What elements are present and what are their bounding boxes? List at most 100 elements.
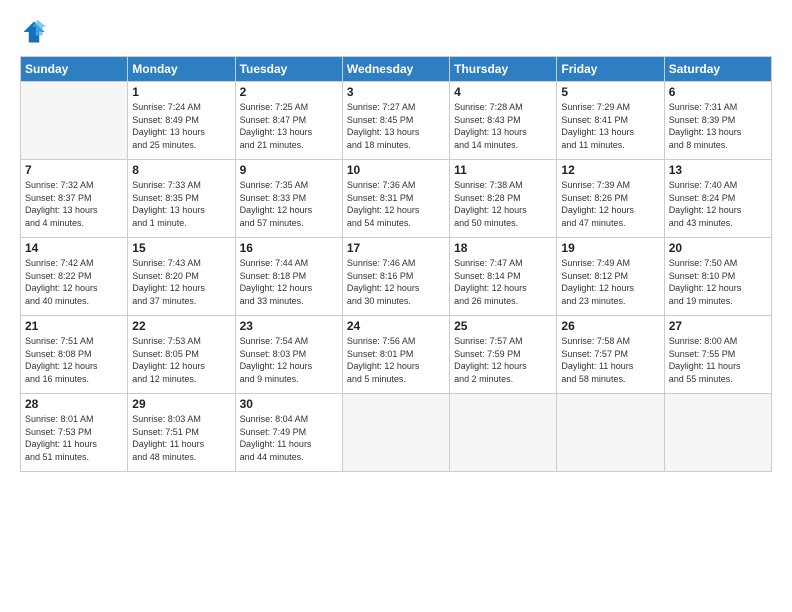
calendar-cell: 1Sunrise: 7:24 AM Sunset: 8:49 PM Daylig… <box>128 82 235 160</box>
day-info: Sunrise: 7:51 AM Sunset: 8:08 PM Dayligh… <box>25 335 123 385</box>
day-info: Sunrise: 8:03 AM Sunset: 7:51 PM Dayligh… <box>132 413 230 463</box>
calendar-week-4: 21 Sunrise: 7:51 AM Sunset: 8:08 PM Dayli… <box>21 316 772 394</box>
calendar-cell: 2Sunrise: 7:25 AM Sunset: 8:47 PM Daylig… <box>235 82 342 160</box>
calendar-cell: 24 Sunrise: 7:56 AM Sunset: 8:01 PM Dayli… <box>342 316 449 394</box>
day-info: Sunrise: 7:38 AM Sunset: 8:28 PM Dayligh… <box>454 179 552 229</box>
calendar-cell: 17 Sunrise: 7:46 AM Sunset: 8:16 PM Dayli… <box>342 238 449 316</box>
calendar-cell: 22Sunrise: 7:53 AM Sunset: 8:05 PM Dayli… <box>128 316 235 394</box>
day-number: 12 <box>561 163 659 177</box>
day-number: 21 <box>25 319 123 333</box>
day-info: Sunrise: 7:27 AM Sunset: 8:45 PM Dayligh… <box>347 101 445 151</box>
day-info: Sunrise: 7:42 AM Sunset: 8:22 PM Dayligh… <box>25 257 123 307</box>
calendar-cell: 8 Sunrise: 7:33 AM Sunset: 8:35 PM Daylig… <box>128 160 235 238</box>
calendar-cell: 19 Sunrise: 7:49 AM Sunset: 8:12 PM Dayli… <box>557 238 664 316</box>
calendar-cell: 12 Sunrise: 7:39 AM Sunset: 8:26 PM Dayli… <box>557 160 664 238</box>
day-header-monday: Monday <box>128 57 235 82</box>
day-info: Sunrise: 7:25 AM Sunset: 8:47 PM Dayligh… <box>240 101 338 151</box>
day-number: 22 <box>132 319 230 333</box>
day-info: Sunrise: 8:00 AM Sunset: 7:55 PM Dayligh… <box>669 335 767 385</box>
calendar-cell: 4Sunrise: 7:28 AM Sunset: 8:43 PM Daylig… <box>450 82 557 160</box>
day-info: Sunrise: 7:28 AM Sunset: 8:43 PM Dayligh… <box>454 101 552 151</box>
day-number: 19 <box>561 241 659 255</box>
calendar-cell: 7Sunrise: 7:32 AM Sunset: 8:37 PM Daylig… <box>21 160 128 238</box>
day-number: 16 <box>240 241 338 255</box>
calendar-week-3: 14 Sunrise: 7:42 AM Sunset: 8:22 PM Dayli… <box>21 238 772 316</box>
day-number: 28 <box>25 397 123 411</box>
calendar-cell: 10 Sunrise: 7:36 AM Sunset: 8:31 PM Dayli… <box>342 160 449 238</box>
day-info: Sunrise: 7:50 AM Sunset: 8:10 PM Dayligh… <box>669 257 767 307</box>
day-header-wednesday: Wednesday <box>342 57 449 82</box>
calendar-cell <box>450 394 557 472</box>
day-info: Sunrise: 7:40 AM Sunset: 8:24 PM Dayligh… <box>669 179 767 229</box>
calendar-cell <box>21 82 128 160</box>
calendar-table: SundayMondayTuesdayWednesdayThursdayFrid… <box>20 56 772 472</box>
logo-icon <box>20 18 48 46</box>
day-number: 23 <box>240 319 338 333</box>
day-header-tuesday: Tuesday <box>235 57 342 82</box>
day-info: Sunrise: 7:57 AM Sunset: 7:59 PM Dayligh… <box>454 335 552 385</box>
logo <box>20 18 52 46</box>
calendar-body: 1Sunrise: 7:24 AM Sunset: 8:49 PM Daylig… <box>21 82 772 472</box>
day-number: 9 <box>240 163 338 177</box>
day-info: Sunrise: 7:32 AM Sunset: 8:37 PM Dayligh… <box>25 179 123 229</box>
day-info: Sunrise: 7:44 AM Sunset: 8:18 PM Dayligh… <box>240 257 338 307</box>
day-info: Sunrise: 7:33 AM Sunset: 8:35 PM Dayligh… <box>132 179 230 229</box>
calendar-cell: 18Sunrise: 7:47 AM Sunset: 8:14 PM Dayli… <box>450 238 557 316</box>
calendar-cell: 15 Sunrise: 7:43 AM Sunset: 8:20 PM Dayli… <box>128 238 235 316</box>
day-info: Sunrise: 8:01 AM Sunset: 7:53 PM Dayligh… <box>25 413 123 463</box>
calendar-cell: 6 Sunrise: 7:31 AM Sunset: 8:39 PM Daylig… <box>664 82 771 160</box>
day-number: 29 <box>132 397 230 411</box>
calendar-cell: 26 Sunrise: 7:58 AM Sunset: 7:57 PM Dayli… <box>557 316 664 394</box>
calendar-cell: 20Sunrise: 7:50 AM Sunset: 8:10 PM Dayli… <box>664 238 771 316</box>
calendar-cell: 5 Sunrise: 7:29 AM Sunset: 8:41 PM Daylig… <box>557 82 664 160</box>
day-info: Sunrise: 7:54 AM Sunset: 8:03 PM Dayligh… <box>240 335 338 385</box>
day-info: Sunrise: 7:29 AM Sunset: 8:41 PM Dayligh… <box>561 101 659 151</box>
calendar-cell: 25 Sunrise: 7:57 AM Sunset: 7:59 PM Dayli… <box>450 316 557 394</box>
day-header-saturday: Saturday <box>664 57 771 82</box>
day-info: Sunrise: 7:35 AM Sunset: 8:33 PM Dayligh… <box>240 179 338 229</box>
day-number: 30 <box>240 397 338 411</box>
calendar-cell: 13 Sunrise: 7:40 AM Sunset: 8:24 PM Dayli… <box>664 160 771 238</box>
day-number: 26 <box>561 319 659 333</box>
day-number: 24 <box>347 319 445 333</box>
calendar-cell: 11Sunrise: 7:38 AM Sunset: 8:28 PM Dayli… <box>450 160 557 238</box>
calendar-cell <box>664 394 771 472</box>
day-info: Sunrise: 7:46 AM Sunset: 8:16 PM Dayligh… <box>347 257 445 307</box>
calendar-header-row: SundayMondayTuesdayWednesdayThursdayFrid… <box>21 57 772 82</box>
day-info: Sunrise: 7:24 AM Sunset: 8:49 PM Dayligh… <box>132 101 230 151</box>
calendar-cell: 28 Sunrise: 8:01 AM Sunset: 7:53 PM Dayli… <box>21 394 128 472</box>
calendar-cell <box>342 394 449 472</box>
page-header <box>20 18 772 46</box>
day-number: 14 <box>25 241 123 255</box>
day-number: 25 <box>454 319 552 333</box>
calendar-cell: 9 Sunrise: 7:35 AM Sunset: 8:33 PM Daylig… <box>235 160 342 238</box>
calendar-cell: 21 Sunrise: 7:51 AM Sunset: 8:08 PM Dayli… <box>21 316 128 394</box>
calendar-cell: 3 Sunrise: 7:27 AM Sunset: 8:45 PM Daylig… <box>342 82 449 160</box>
day-header-sunday: Sunday <box>21 57 128 82</box>
calendar-cell: 23 Sunrise: 7:54 AM Sunset: 8:03 PM Dayli… <box>235 316 342 394</box>
calendar-cell: 29 Sunrise: 8:03 AM Sunset: 7:51 PM Dayli… <box>128 394 235 472</box>
day-info: Sunrise: 7:43 AM Sunset: 8:20 PM Dayligh… <box>132 257 230 307</box>
calendar-cell: 30 Sunrise: 8:04 AM Sunset: 7:49 PM Dayli… <box>235 394 342 472</box>
day-info: Sunrise: 7:47 AM Sunset: 8:14 PM Dayligh… <box>454 257 552 307</box>
calendar-cell <box>557 394 664 472</box>
day-number: 13 <box>669 163 767 177</box>
day-number: 10 <box>347 163 445 177</box>
calendar-week-1: 1Sunrise: 7:24 AM Sunset: 8:49 PM Daylig… <box>21 82 772 160</box>
day-number: 5 <box>561 85 659 99</box>
day-info: Sunrise: 7:31 AM Sunset: 8:39 PM Dayligh… <box>669 101 767 151</box>
day-info: Sunrise: 7:39 AM Sunset: 8:26 PM Dayligh… <box>561 179 659 229</box>
day-number: 15 <box>132 241 230 255</box>
day-info: Sunrise: 8:04 AM Sunset: 7:49 PM Dayligh… <box>240 413 338 463</box>
calendar-week-2: 7Sunrise: 7:32 AM Sunset: 8:37 PM Daylig… <box>21 160 772 238</box>
day-info: Sunrise: 7:56 AM Sunset: 8:01 PM Dayligh… <box>347 335 445 385</box>
day-info: Sunrise: 7:49 AM Sunset: 8:12 PM Dayligh… <box>561 257 659 307</box>
day-info: Sunrise: 7:36 AM Sunset: 8:31 PM Dayligh… <box>347 179 445 229</box>
day-number: 3 <box>347 85 445 99</box>
day-info: Sunrise: 7:58 AM Sunset: 7:57 PM Dayligh… <box>561 335 659 385</box>
calendar-cell: 27Sunrise: 8:00 AM Sunset: 7:55 PM Dayli… <box>664 316 771 394</box>
day-number: 6 <box>669 85 767 99</box>
day-number: 8 <box>132 163 230 177</box>
day-number: 17 <box>347 241 445 255</box>
day-header-thursday: Thursday <box>450 57 557 82</box>
